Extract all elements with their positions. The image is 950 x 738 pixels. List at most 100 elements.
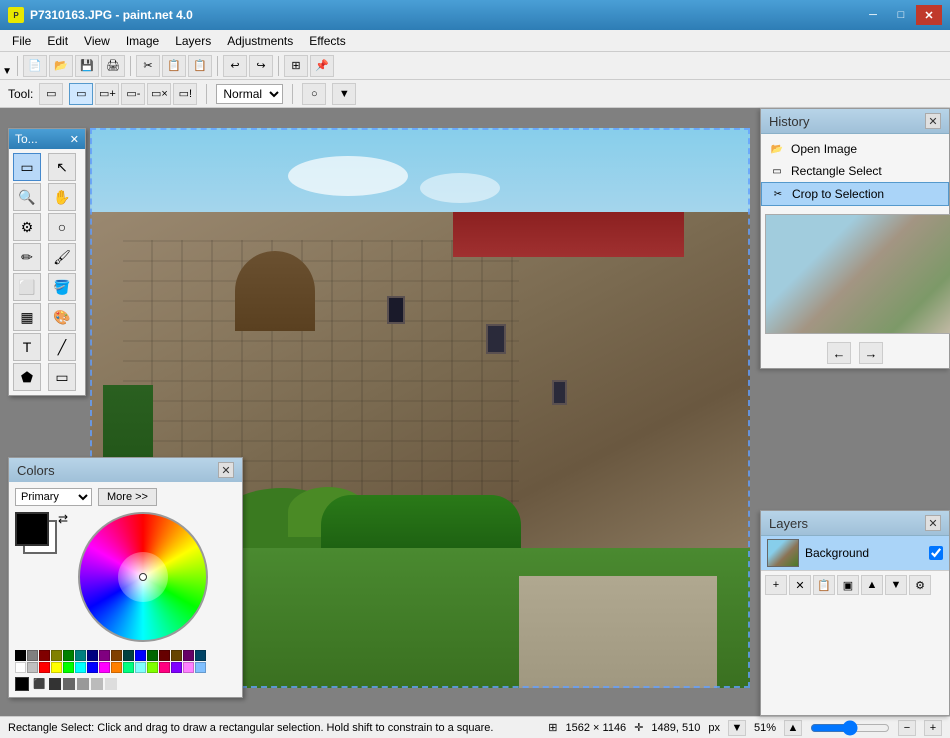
history-item-select[interactable]: ▭ Rectangle Select [761,160,949,182]
more-colors-button[interactable]: More >> [98,488,157,506]
selection-subtract[interactable]: ▭- [121,83,145,105]
close-button[interactable]: ✕ [916,5,942,25]
palette-dkpurp[interactable] [183,650,194,661]
history-redo-button[interactable]: → [859,342,883,364]
selection-replace[interactable]: ▭ [69,83,93,105]
copy-button[interactable]: 📋 [162,55,186,77]
color-wheel[interactable] [78,512,208,642]
thumbnail-dropdown[interactable]: ▼ [2,66,12,77]
palette-blue2[interactable] [87,662,98,673]
palette-olive[interactable] [51,650,62,661]
palette-violet[interactable] [171,662,182,673]
layer-duplicate-button[interactable]: 📋 [813,575,835,595]
palette-brown[interactable] [111,650,122,661]
history-close-button[interactable]: ✕ [925,113,941,129]
layer-down-button[interactable]: ▼ [885,575,907,595]
tool-rectangle-select[interactable]: ▭ [13,153,41,181]
palette-navy[interactable] [87,650,98,661]
palette-blue[interactable] [135,650,146,661]
zoom-in-button[interactable]: ▲ [784,720,802,736]
layer-delete-button[interactable]: ✕ [789,575,811,595]
history-undo-button[interactable]: ← [827,342,851,364]
tool-shapes[interactable]: ⬟ [13,363,41,391]
ruler-button[interactable]: 📌 [310,55,334,77]
open-button[interactable]: 📂 [49,55,73,77]
blend-mode-select[interactable]: Normal Multiply Screen [216,84,283,104]
color-bar-3[interactable] [77,678,89,690]
menu-view[interactable]: View [76,32,118,50]
minimize-button[interactable]: ─ [860,5,886,25]
layers-close-button[interactable]: ✕ [925,515,941,531]
history-item-crop[interactable]: ✂ Crop to Selection [761,182,949,206]
selection-intersect[interactable]: ▭× [147,83,171,105]
palette-spring[interactable] [123,662,134,673]
layer-merge-button[interactable]: ▣ [837,575,859,595]
palette-teal[interactable] [75,650,86,661]
selection-invert[interactable]: ▭! [173,83,197,105]
layer-properties-button[interactable]: ⚙ [909,575,931,595]
palette-silver[interactable] [27,662,38,673]
palette-black[interactable] [15,650,26,661]
history-item-open[interactable]: 📂 Open Image [761,138,949,160]
tool-magic-wand[interactable]: ⚙ [13,213,41,241]
color-bar-1[interactable] [49,678,61,690]
palette-dkblu2[interactable] [195,650,206,661]
palette-gray[interactable] [27,650,38,661]
print-button[interactable]: 🖨 [101,55,125,77]
zoom-slider[interactable] [810,720,890,736]
maximize-button[interactable]: □ [888,5,914,25]
tool-move[interactable]: ↖ [48,153,76,181]
flood-mode-btn[interactable]: ○ [302,83,326,105]
swap-colors-icon[interactable]: ⇄ [58,512,68,526]
undo-button[interactable]: ↩ [223,55,247,77]
menu-layers[interactable]: Layers [167,32,219,50]
tool-recolor[interactable]: 🎨 [48,303,76,331]
menu-file[interactable]: File [4,32,39,50]
palette-maroon[interactable] [39,650,50,661]
layer-up-button[interactable]: ▲ [861,575,883,595]
tool-zoom[interactable]: 🔍 [13,183,41,211]
tool-paintbrush[interactable]: 🖌 [48,243,76,271]
layer-visibility-checkbox[interactable] [929,546,943,560]
zoom-minus-button[interactable]: − [898,720,916,736]
paste-button[interactable]: 📋 [188,55,212,77]
menu-effects[interactable]: Effects [301,32,353,50]
colors-close-button[interactable]: ✕ [218,462,234,478]
palette-gold[interactable] [171,650,182,661]
color-bar-5[interactable] [105,678,117,690]
palette-ltblu[interactable] [195,662,206,673]
tool-mode-icon[interactable]: ▭ [39,83,63,105]
flood-dropdown[interactable]: ▼ [332,83,356,105]
color-mode-select[interactable]: Primary Secondary [15,488,92,506]
palette-magenta[interactable] [99,662,110,673]
zoom-out-button[interactable]: ▼ [728,720,746,736]
palette-pink[interactable] [159,662,170,673]
redo-button[interactable]: ↪ [249,55,273,77]
hex-color-preview[interactable] [15,677,29,691]
palette-red[interactable] [39,662,50,673]
grid-button[interactable]: ⊞ [284,55,308,77]
palette-ltcyan[interactable] [135,662,146,673]
selection-add[interactable]: ▭+ [95,83,119,105]
palette-purple[interactable] [99,650,110,661]
palette-orange[interactable] [111,662,122,673]
zoom-plus-button[interactable]: + [924,720,942,736]
toolbox-close-button[interactable]: ✕ [70,133,79,146]
tool-pencil[interactable]: ✏ [13,243,41,271]
palette-dkgrn[interactable] [147,650,158,661]
palette-lime[interactable] [63,662,74,673]
palette-green[interactable] [63,650,74,661]
new-button[interactable]: 📄 [23,55,47,77]
palette-white[interactable] [15,662,26,673]
tool-gradient[interactable]: ▦ [13,303,41,331]
palette-dkred[interactable] [159,650,170,661]
menu-image[interactable]: Image [118,32,167,50]
color-bar-2[interactable] [63,678,75,690]
menu-adjustments[interactable]: Adjustments [219,32,301,50]
palette-cyan[interactable] [75,662,86,673]
tool-line[interactable]: ╱ [48,333,76,361]
cut-button[interactable]: ✂ [136,55,160,77]
tool-paint-bucket[interactable]: 🪣 [48,273,76,301]
tool-lasso[interactable]: ○ [48,213,76,241]
menu-edit[interactable]: Edit [39,32,76,50]
